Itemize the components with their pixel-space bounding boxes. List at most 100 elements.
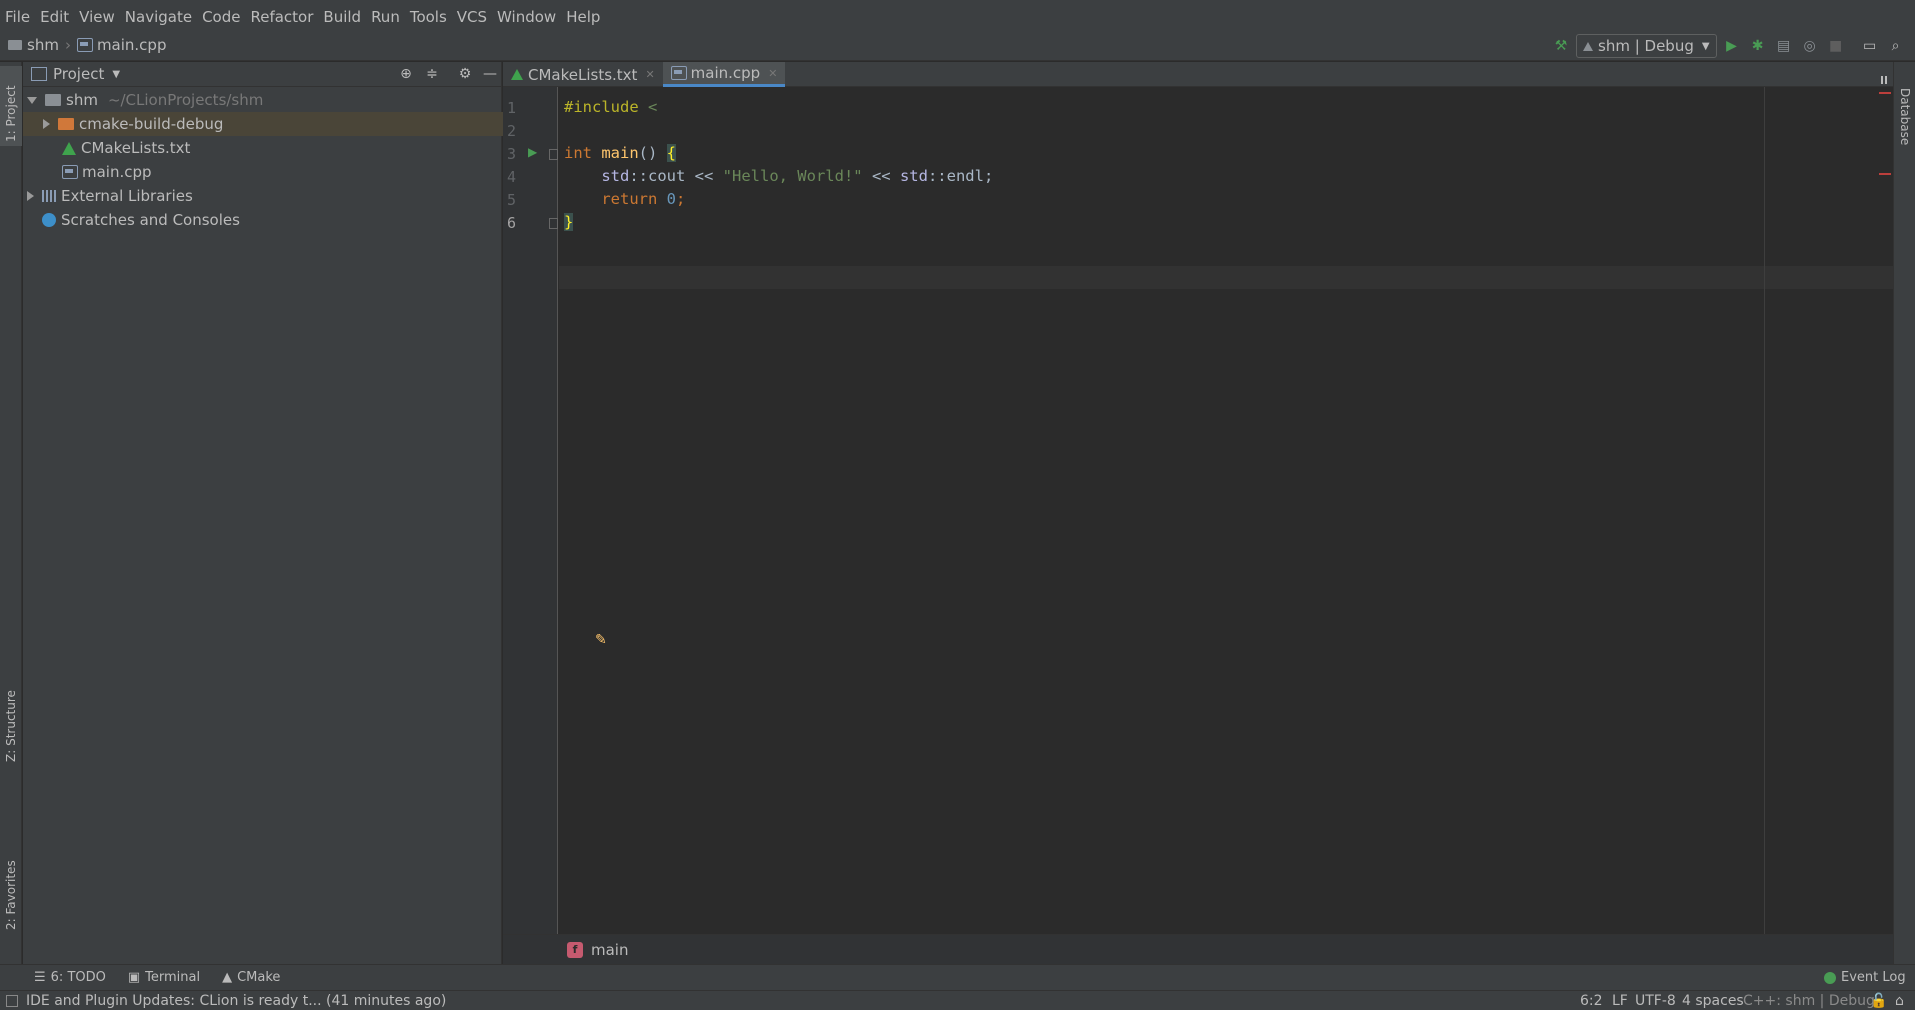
- search-icon[interactable]: ⌕: [1885, 35, 1907, 57]
- editor-breadcrumb-main[interactable]: main: [591, 941, 628, 959]
- breadcrumb-separator: ›: [64, 35, 71, 54]
- close-icon[interactable]: ✕: [645, 68, 654, 81]
- line-separator[interactable]: LF: [1612, 993, 1628, 1009]
- stop-icon[interactable]: ■: [1825, 35, 1847, 57]
- menu-code[interactable]: Code: [197, 6, 245, 29]
- menu-navigate[interactable]: Navigate: [120, 6, 197, 29]
- config-icon: [1583, 41, 1593, 51]
- menu-build[interactable]: Build: [318, 6, 366, 29]
- project-structure-icon[interactable]: ▭: [1859, 35, 1881, 57]
- line-number: 4: [507, 168, 517, 186]
- gear-icon[interactable]: ⚙: [454, 63, 476, 85]
- keyword: int: [564, 144, 592, 162]
- folder-icon: [45, 94, 61, 106]
- favorites-tool-tab[interactable]: 2: Favorites: [4, 860, 18, 930]
- toggle-tool-windows-icon[interactable]: [6, 994, 18, 1007]
- tree-item-shm[interactable]: shm ~/CLionProjects/shm: [23, 88, 506, 112]
- code-line-3[interactable]: int main() {: [564, 144, 677, 162]
- inspection-status-icon[interactable]: [1881, 76, 1887, 84]
- scratches-icon: [42, 213, 56, 227]
- hide-panel-icon[interactable]: —: [479, 63, 501, 85]
- locate-icon[interactable]: ⊕: [395, 63, 417, 85]
- breadcrumb-file[interactable]: main.cpp: [76, 36, 166, 54]
- menu-run[interactable]: Run: [366, 6, 405, 29]
- line-number: 6: [507, 214, 517, 232]
- tab-label: main.cpp: [690, 64, 761, 82]
- editor-area: CMakeLists.txt ✕ main.cpp ✕ 1 2 3 4 5 6 …: [503, 62, 1893, 964]
- brace-match: }: [564, 213, 574, 231]
- caret-position[interactable]: 6:2: [1580, 993, 1603, 1009]
- error-stripe-marker[interactable]: [1879, 173, 1891, 175]
- expand-arrow-icon[interactable]: [43, 119, 50, 129]
- menu-view[interactable]: View: [74, 6, 120, 29]
- expand-arrow-icon[interactable]: [27, 191, 34, 201]
- status-message[interactable]: IDE and Plugin Updates: CLion is ready t…: [26, 993, 446, 1009]
- menu-help[interactable]: Help: [561, 6, 605, 29]
- cmake-tool-button[interactable]: ▲ CMake: [222, 970, 280, 985]
- todo-tool-button[interactable]: ☰ 6: TODO: [34, 970, 106, 985]
- tab-cmakelists[interactable]: CMakeLists.txt ✕: [503, 62, 663, 87]
- tree-item-external-libraries[interactable]: External Libraries: [23, 184, 506, 208]
- terminal-tool-button[interactable]: ▣ Terminal: [128, 970, 200, 985]
- run-gutter-icon[interactable]: ▶: [528, 145, 537, 159]
- cpp-file-icon: [76, 37, 93, 52]
- menu-tools[interactable]: Tools: [405, 6, 452, 29]
- project-tool-label: 1: Project: [4, 85, 18, 142]
- tool-window-bar: ☰ 6: TODO ▣ Terminal ▲ CMake Event Log: [0, 964, 1915, 990]
- coverage-icon[interactable]: ▤: [1773, 35, 1795, 57]
- tree-item-scratches[interactable]: Scratches and Consoles: [23, 208, 521, 232]
- cmake-icon: [62, 141, 76, 155]
- project-view-selector[interactable]: Project: [53, 65, 104, 83]
- run-configuration-selector[interactable]: shm | Debug ▼: [1576, 34, 1717, 58]
- close-icon[interactable]: ✕: [768, 67, 777, 80]
- structure-tool-tab[interactable]: Z: Structure: [4, 690, 18, 762]
- error-stripe-marker[interactable]: [1879, 92, 1891, 94]
- string-literal: "Hello, World!": [722, 167, 863, 185]
- collapse-all-icon[interactable]: ≑: [421, 63, 443, 85]
- tree-item-label: cmake-build-debug: [79, 115, 224, 133]
- lock-icon[interactable]: 🔓: [1870, 993, 1887, 1009]
- debug-icon[interactable]: ✱: [1747, 35, 1769, 57]
- tree-item-label: main.cpp: [82, 163, 152, 181]
- breadcrumb-project[interactable]: shm: [8, 36, 59, 54]
- code-line-6[interactable]: }: [564, 213, 574, 231]
- menu-file[interactable]: File: [0, 6, 35, 29]
- code-line-4[interactable]: std::cout << "Hello, World!" << std::end…: [564, 167, 993, 185]
- indent-setting[interactable]: 4 spaces: [1682, 993, 1744, 1009]
- run-icon[interactable]: ▶: [1721, 35, 1743, 57]
- function-name: main: [601, 144, 639, 162]
- tab-main-cpp[interactable]: main.cpp ✕: [662, 62, 786, 87]
- profile-icon[interactable]: ◎: [1799, 35, 1821, 57]
- library-icon: [42, 190, 56, 202]
- project-view-icon: [31, 67, 47, 81]
- line-number-gutter[interactable]: 1 2 3 4 5 6 ▶: [503, 87, 558, 934]
- project-panel-header: Project ▼ ⊕ ≑ ⚙ —: [23, 62, 502, 87]
- menu-refactor[interactable]: Refactor: [245, 6, 318, 29]
- tree-item-main-cpp[interactable]: main.cpp: [23, 160, 541, 184]
- memory-indicator-icon[interactable]: ⌂: [1895, 993, 1904, 1009]
- chevron-down-icon[interactable]: ▼: [112, 69, 120, 80]
- left-tool-strip: 1: Project Z: Structure 2: Favorites: [0, 62, 22, 964]
- expand-arrow-icon[interactable]: [27, 96, 37, 104]
- menu-window[interactable]: Window: [492, 6, 561, 29]
- code-line-1[interactable]: #include <: [564, 98, 657, 116]
- tree-item-cmakelists[interactable]: CMakeLists.txt: [23, 136, 541, 160]
- database-tool-tab[interactable]: Database: [1898, 88, 1912, 145]
- code-line-5[interactable]: return 0;: [564, 190, 685, 208]
- project-tool-tab[interactable]: 1: Project: [0, 66, 22, 146]
- line-number: 5: [507, 191, 517, 209]
- event-log-button[interactable]: Event Log: [1824, 970, 1906, 985]
- context-selector[interactable]: C++: shm | Debug: [1743, 993, 1875, 1009]
- event-log-label: Event Log: [1841, 970, 1906, 985]
- fold-icon[interactable]: [549, 149, 558, 160]
- tree-item-path: ~/CLionProjects/shm: [107, 91, 264, 109]
- build-hammer-icon[interactable]: ⚒: [1550, 35, 1572, 57]
- fold-icon[interactable]: [549, 218, 558, 229]
- terminal-label: Terminal: [145, 970, 201, 985]
- tree-item-cmake-build-debug[interactable]: cmake-build-debug: [23, 112, 522, 136]
- cpp-file-icon: [62, 165, 78, 179]
- chevron-down-icon: ▼: [1701, 40, 1710, 52]
- menu-edit[interactable]: Edit: [35, 6, 74, 29]
- file-encoding[interactable]: UTF-8: [1635, 993, 1676, 1009]
- menu-vcs[interactable]: VCS: [452, 6, 492, 29]
